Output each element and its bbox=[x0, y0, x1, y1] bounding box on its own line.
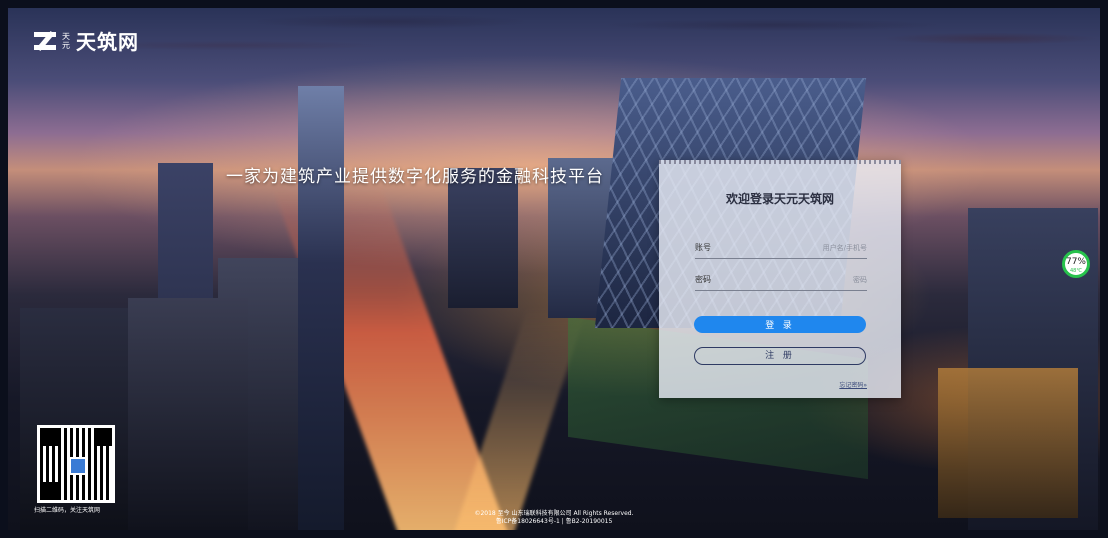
performance-badge[interactable]: 77% 48℃ bbox=[1062, 250, 1090, 278]
register-button[interactable]: 注 册 bbox=[694, 347, 866, 365]
badge-percent: 77% bbox=[1065, 257, 1086, 267]
background-cityscape bbox=[8, 8, 1100, 530]
tower-building bbox=[298, 86, 344, 530]
badge-temp: 48℃ bbox=[1070, 268, 1082, 274]
footer-icp[interactable]: 鲁ICP备18026643号-1 | 鲁B2-20190015 bbox=[0, 518, 1108, 526]
account-input[interactable] bbox=[747, 240, 867, 256]
hero-slogan: 一家为建筑产业提供数字化服务的金融科技平台 bbox=[226, 167, 604, 187]
site-logo[interactable]: 天元 天筑网 bbox=[34, 26, 139, 55]
light-trail-2 bbox=[449, 308, 587, 530]
forgot-password-link[interactable]: 忘记密码» bbox=[839, 380, 867, 389]
password-label: 密码 bbox=[695, 275, 711, 284]
login-title: 欢迎登录天元天筑网 bbox=[725, 192, 834, 206]
page-footer: ©2018 至今 山东瑞联科技有限公司 All Rights Reserved.… bbox=[0, 510, 1108, 526]
sky-clouds bbox=[8, 8, 1100, 178]
card-top-border bbox=[659, 160, 901, 164]
construction-site bbox=[938, 368, 1078, 518]
building bbox=[128, 298, 248, 530]
login-card: 欢迎登录天元天筑网 账号 密码 登 录 注 册 忘记密码» bbox=[659, 160, 901, 398]
password-input[interactable] bbox=[747, 272, 867, 288]
password-field: 密码 bbox=[695, 272, 867, 291]
qr-logo-icon bbox=[69, 457, 87, 475]
footer-copyright: ©2018 至今 山东瑞联科技有限公司 All Rights Reserved. bbox=[474, 510, 634, 517]
logo-text: 天筑网 bbox=[76, 30, 139, 54]
login-button[interactable]: 登 录 bbox=[694, 316, 866, 333]
logo-small-text: 天元 bbox=[62, 31, 70, 50]
account-label: 账号 bbox=[695, 243, 711, 252]
building bbox=[448, 168, 518, 308]
qr-code bbox=[37, 425, 115, 503]
logo-icon bbox=[34, 30, 56, 52]
account-field: 账号 bbox=[695, 240, 867, 259]
qr-pattern bbox=[40, 428, 112, 500]
